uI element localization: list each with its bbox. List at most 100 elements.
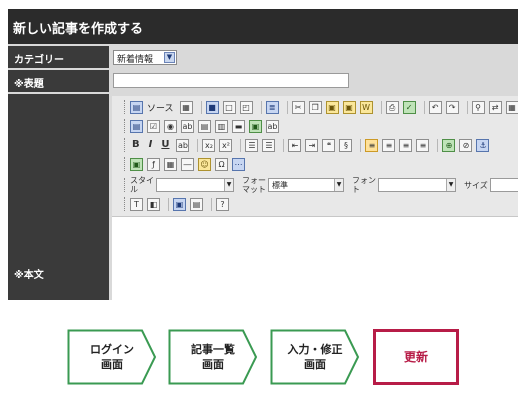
align-justify-icon[interactable]: ≡ <box>416 138 430 152</box>
step-input-edit: 入力・修正 画面 <box>270 329 360 385</box>
link-icon[interactable]: ⊕ <box>442 138 456 152</box>
style-label: スタイル <box>130 176 154 194</box>
find-icon[interactable]: ⚲ <box>471 100 485 114</box>
toolbar-grip <box>124 197 127 211</box>
new-page-icon[interactable]: □ <box>222 100 236 114</box>
italic-icon[interactable]: I <box>147 139 155 152</box>
toolbar-row-6: T ◧ ▣ ▤ ? <box>124 197 233 211</box>
editor-content-area[interactable] <box>112 218 518 300</box>
indent-icon[interactable]: ⇥ <box>305 138 319 152</box>
spellcheck-icon[interactable]: ✓ <box>402 100 416 114</box>
font-select[interactable]: ▼ <box>378 178 456 192</box>
bulleted-list-icon[interactable]: ☰ <box>262 138 276 152</box>
select-field-icon[interactable]: ▥ <box>215 119 228 133</box>
unlink-icon[interactable]: ⊘ <box>459 138 473 152</box>
form-icon[interactable]: ▤ <box>130 119 143 133</box>
rich-text-editor: ▤ ソース ▦ ■ □ ◰ ≣ ✂ ❐ ▣ ▣ W ⎙ ✓ ↶ ↷ ⚲ ⇄ ▦ … <box>112 96 518 300</box>
toolbar-separator <box>286 100 288 114</box>
underline-icon[interactable]: U <box>159 139 171 152</box>
copy-icon[interactable]: ❐ <box>308 100 322 114</box>
source-icon[interactable]: ▤ <box>130 100 143 114</box>
special-char-icon[interactable]: Ω <box>215 157 228 171</box>
toolbar-separator <box>260 100 262 114</box>
subscript-icon[interactable]: x₂ <box>202 138 216 152</box>
step-label: 入力・修正 画面 <box>287 343 343 371</box>
toolbar-separator <box>466 100 468 114</box>
div-container-icon[interactable]: § <box>339 138 353 152</box>
cut-icon[interactable]: ✂ <box>291 100 305 114</box>
category-select[interactable]: 新着情報 ▼ <box>113 50 177 65</box>
paste-icon[interactable]: ▣ <box>325 100 339 114</box>
toolbar-grip <box>124 138 127 152</box>
numbered-list-icon[interactable]: ☰ <box>245 138 259 152</box>
chevron-down-icon[interactable]: ▼ <box>334 179 343 191</box>
undo-icon[interactable]: ↶ <box>428 100 442 114</box>
strike-icon[interactable]: ab <box>176 138 190 152</box>
bold-icon[interactable]: B <box>130 139 142 152</box>
button-field-icon[interactable]: ▬ <box>232 119 245 133</box>
format-select-value: 標準 <box>272 181 288 190</box>
preview-icon[interactable]: ◰ <box>239 100 253 114</box>
radio-icon[interactable]: ◉ <box>164 119 177 133</box>
image-button-icon[interactable]: ▣ <box>249 119 262 133</box>
hidden-field-icon[interactable]: ab <box>266 119 279 133</box>
maximize-icon[interactable]: ▣ <box>173 197 186 211</box>
paste-word-icon[interactable]: W <box>359 100 373 114</box>
flash-icon[interactable]: ƒ <box>147 157 160 171</box>
toolbar-row-2: ▤ ☑ ◉ ab ▤ ▥ ▬ ▣ ab <box>124 119 283 133</box>
toolbar-separator <box>283 138 285 152</box>
help-icon[interactable]: ? <box>216 197 229 211</box>
superscript-icon[interactable]: x² <box>219 138 233 152</box>
blockquote-icon[interactable]: ❝ <box>322 138 336 152</box>
source-button-label[interactable]: ソース <box>147 101 174 114</box>
select-all-icon[interactable]: ▦ <box>505 100 518 114</box>
smiley-icon[interactable]: ☺ <box>198 157 211 171</box>
checkbox-icon[interactable]: ☑ <box>147 119 160 133</box>
text-color-icon[interactable]: T <box>130 197 143 211</box>
align-center-icon[interactable]: ≡ <box>382 138 396 152</box>
toolbar-row-1: ▤ ソース ▦ ■ □ ◰ ≣ ✂ ❐ ▣ ▣ W ⎙ ✓ ↶ ↷ ⚲ ⇄ ▦ <box>124 100 518 114</box>
chevron-down-icon[interactable]: ▼ <box>446 179 455 191</box>
step-login: ログイン 画面 <box>67 329 157 385</box>
chevron-down-icon[interactable]: ▼ <box>164 52 175 63</box>
table-icon[interactable]: ▦ <box>164 157 177 171</box>
chevron-down-icon[interactable]: ▼ <box>224 179 233 191</box>
horizontal-rule-icon[interactable]: ― <box>181 157 194 171</box>
step-article-list: 記事一覧 画面 <box>168 329 258 385</box>
format-label: フォーマット <box>242 176 266 194</box>
toolbar-separator <box>380 100 382 114</box>
title-input[interactable] <box>113 73 349 88</box>
format-select[interactable]: 標準 ▼ <box>268 178 344 192</box>
align-right-icon[interactable]: ≡ <box>399 138 413 152</box>
save-icon[interactable]: ■ <box>205 100 219 114</box>
size-select[interactable]: ▼ <box>490 178 518 192</box>
toolbar-separator <box>437 138 439 152</box>
outdent-icon[interactable]: ⇤ <box>288 138 302 152</box>
redo-icon[interactable]: ↷ <box>445 100 459 114</box>
print-icon[interactable]: ⎙ <box>385 100 399 114</box>
toolbar-row-4: ▣ ƒ ▦ ― ☺ Ω ⋯ <box>124 157 249 171</box>
textarea-icon[interactable]: ▤ <box>198 119 211 133</box>
bg-color-icon[interactable]: ◧ <box>147 197 160 211</box>
step-label: ログイン 画面 <box>90 343 134 371</box>
article-form: カテゴリー 新着情報 ▼ ※表題 ※本文 ▤ ソース ▦ ■ □ ◰ ≣ ✂ ❐… <box>8 44 518 300</box>
replace-icon[interactable]: ⇄ <box>488 100 502 114</box>
templates-icon[interactable]: ▦ <box>179 100 193 114</box>
anchor-icon[interactable]: ⚓ <box>476 138 490 152</box>
body-label: ※本文 <box>8 94 109 300</box>
align-left-icon[interactable]: ≡ <box>365 138 379 152</box>
toolbar-row-5: スタイル ▼ フォーマット 標準 ▼ フォント ▼ サイズ ▼ <box>124 176 518 194</box>
textfield-icon[interactable]: ab <box>181 119 194 133</box>
style-select[interactable]: ▼ <box>156 178 234 192</box>
step-update: 更新 <box>373 329 459 385</box>
toolbar-separator <box>240 138 242 152</box>
paste-text-icon[interactable]: ▣ <box>342 100 356 114</box>
toolbar-separator <box>211 197 212 211</box>
toolbar-separator <box>168 197 169 211</box>
image-icon[interactable]: ▣ <box>130 157 143 171</box>
page-break-icon[interactable]: ⋯ <box>232 157 245 171</box>
toolbar-separator <box>360 138 362 152</box>
document-icon[interactable]: ≣ <box>265 100 279 114</box>
show-blocks-icon[interactable]: ▤ <box>190 197 203 211</box>
step-label: 更新 <box>403 349 428 364</box>
